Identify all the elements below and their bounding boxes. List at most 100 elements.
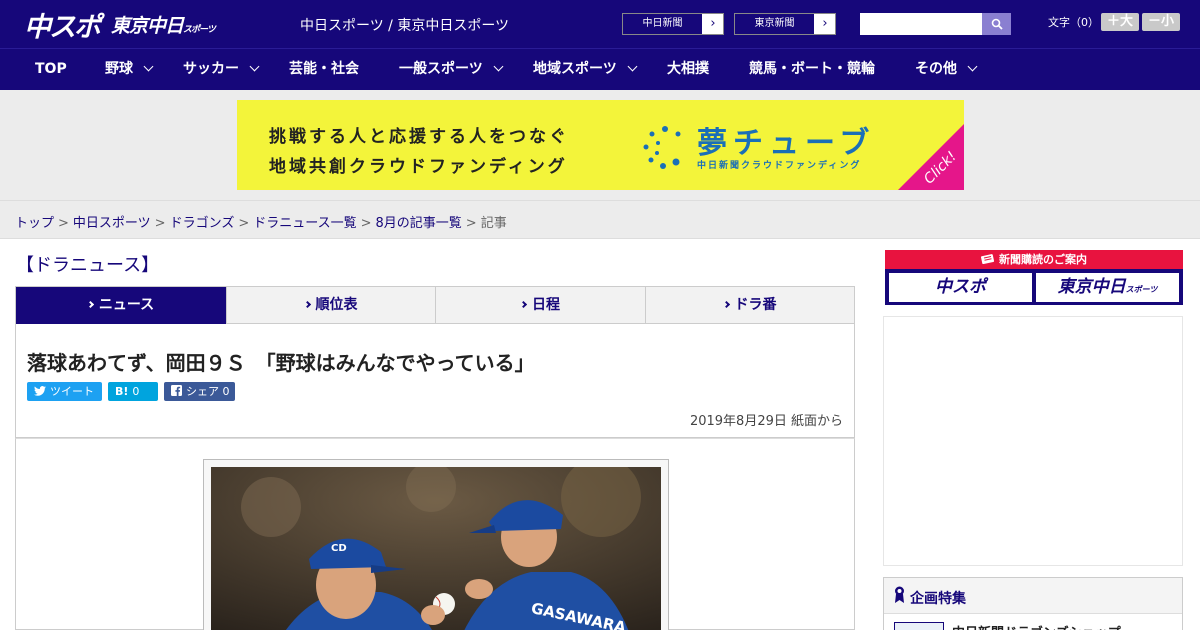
tweet-button[interactable]: ツイート	[27, 382, 102, 401]
nav-item-racing[interactable]: 競馬・ボート・競輪	[749, 49, 875, 90]
tokyo-shimbun-label: 東京新聞	[735, 14, 815, 34]
chevron-right-icon	[519, 300, 528, 309]
breadcrumb-current: 記事	[480, 216, 507, 231]
tab-label: ニュース	[98, 297, 155, 313]
medal-icon	[895, 586, 904, 603]
breadcrumb-dragons[interactable]: ドラゴンズ	[170, 216, 235, 231]
nav-item-soccer[interactable]: サッカー	[183, 49, 260, 90]
dragons-shop-thumbnail	[894, 622, 944, 630]
feature-title: 企画特集	[910, 591, 966, 607]
tab-label: ドラ番	[734, 297, 777, 313]
chevron-right-icon: ›	[822, 16, 828, 31]
nav-label: その他	[915, 61, 957, 77]
breadcrumb-separator: >	[154, 216, 166, 231]
tweet-label: ツイート	[50, 385, 94, 398]
tab-news[interactable]: ニュース	[16, 287, 227, 324]
chevron-down-icon	[967, 61, 978, 72]
tab-schedule[interactable]: 日程	[436, 287, 646, 324]
article-photo[interactable]: CD GASAWARA	[211, 467, 661, 630]
twitter-icon	[34, 382, 46, 401]
banner-brand: 夢チューブ	[697, 126, 876, 161]
subscribe-tokyo-chunichi-button[interactable]: 東京中日スポーツ	[1036, 273, 1179, 302]
sidebar-ad-slot	[883, 316, 1183, 566]
breadcrumb-chunichi-sports[interactable]: 中日スポーツ	[73, 216, 151, 231]
chevron-down-icon	[249, 61, 260, 72]
subscribe-chunichi-sports-button[interactable]: 中スポ	[889, 273, 1032, 302]
nav-label: 地域スポーツ	[533, 61, 617, 77]
chevron-right-icon: ›	[710, 16, 716, 31]
svg-text:CD: CD	[331, 543, 347, 554]
facebook-share-button[interactable]: シェア 0	[164, 382, 235, 401]
subscribe-tokyo-label: 東京中日	[1057, 277, 1126, 297]
breadcrumb-separator: >	[58, 216, 69, 231]
font-decrease-button[interactable]: －小	[1142, 13, 1180, 31]
hatena-count: 0	[132, 385, 140, 398]
section-tabs: ニュース 順位表 日程 ドラ番	[15, 286, 855, 324]
logo-tokyo-chunichi-small: スポーツ	[183, 24, 216, 35]
nav-label: 野球	[105, 61, 133, 77]
nav-label: 競馬・ボート・競輪	[749, 61, 875, 77]
nav-item-general-sports[interactable]: 一般スポーツ	[399, 49, 504, 90]
chevron-down-icon	[143, 61, 154, 72]
hatena-bookmark-button[interactable]: B! 0	[108, 382, 158, 401]
facebook-share-label: シェア	[186, 385, 219, 398]
article-header: 落球あわてず、岡田９Ｓ 「野球はみんなでやっている」 ツイート B! 0 シェア …	[15, 324, 855, 438]
tab-standings[interactable]: 順位表	[227, 287, 436, 324]
tab-label: 順位表	[315, 297, 358, 313]
site-links[interactable]: 中日スポーツ / 東京中日スポーツ	[300, 15, 509, 35]
breadcrumb-august-articles[interactable]: 8月の記事一覧	[376, 216, 462, 231]
breadcrumb-dora-news-list[interactable]: ドラニュース一覧	[253, 216, 356, 231]
facebook-icon	[171, 382, 182, 401]
photo-frame: CD GASAWARA	[203, 459, 669, 630]
subscription-header-label: 新聞購読のご案内	[999, 253, 1087, 266]
hatena-icon: B!	[115, 385, 129, 398]
newspaper-icon	[980, 254, 995, 265]
section-title: 【ドラニュース】	[16, 255, 160, 276]
feature-item-label: 中日新聞ドラゴンズショップ	[952, 622, 1121, 630]
nav-item-baseball[interactable]: 野球	[105, 49, 154, 90]
breadcrumb-separator: >	[360, 216, 372, 231]
font-increase-button[interactable]: ＋大	[1101, 13, 1139, 31]
nav-item-entertainment[interactable]: 芸能・社会	[289, 49, 359, 90]
breadcrumb-separator: >	[238, 216, 250, 231]
nav-label: サッカー	[183, 61, 239, 77]
nav-item-top[interactable]: TOP	[35, 49, 67, 90]
nav-item-local-sports[interactable]: 地域スポーツ	[533, 49, 638, 90]
feature-item[interactable]: 中日新聞ドラゴンズショップ	[884, 613, 1182, 630]
breadcrumb-top[interactable]: トップ	[15, 216, 54, 231]
article-date: 2019年8月29日 紙面から	[689, 414, 843, 429]
breadcrumb-separator: >	[465, 216, 477, 231]
chevron-right-icon	[722, 300, 730, 309]
tokyo-shimbun-link[interactable]: 東京新聞 ›	[734, 13, 836, 35]
chevron-right-icon	[303, 300, 311, 309]
ad-area: 挑戦する人と応援する人をつなぐ 地域共創クラウドファンディング 夢チューブ 中日…	[0, 90, 1200, 200]
search-input[interactable]	[860, 13, 982, 35]
search-button[interactable]	[982, 13, 1011, 35]
banner-brand-sub: 中日新聞クラウドファンディング	[697, 161, 862, 171]
dream-tube-logo-icon	[643, 126, 681, 169]
site-logo[interactable]: 中スポ 東京中日スポーツ	[24, 8, 216, 43]
logo-tokyo-chunichi-text: 東京中日	[111, 14, 184, 37]
banner-line-1: 挑戦する人と応援する人をつなぐ	[269, 127, 569, 147]
logo-chunichi-sports: 中スポ	[24, 11, 101, 43]
crowdfunding-banner[interactable]: 挑戦する人と応援する人をつなぐ 地域共創クラウドファンディング 夢チューブ 中日…	[237, 100, 964, 190]
chevron-down-icon	[627, 61, 638, 72]
nav-item-other[interactable]: その他	[915, 49, 978, 90]
subscription-box: 新聞購読のご案内 中スポ 東京中日スポーツ	[885, 250, 1183, 305]
font-size-label: 文字（0）	[1048, 16, 1099, 29]
nav-label: TOP	[35, 61, 67, 77]
tab-dora-ban[interactable]: ドラ番	[646, 287, 854, 324]
chunichi-shimbun-link[interactable]: 中日新聞 ›	[622, 13, 724, 35]
facebook-count: 0	[222, 385, 230, 398]
chevron-down-icon	[493, 61, 504, 72]
nav-label: 一般スポーツ	[399, 61, 483, 77]
breadcrumb-bar: トップ > 中日スポーツ > ドラゴンズ > ドラニュース一覧 >8月の記事一覧 > 記事	[0, 200, 1200, 239]
banner-line-2: 地域共創クラウドファンディング	[269, 157, 568, 177]
baseball-players-photo: CD GASAWARA	[211, 467, 661, 630]
nav-label: 芸能・社会	[289, 61, 359, 77]
nav-item-sumo[interactable]: 大相撲	[667, 49, 709, 90]
nav-label: 大相撲	[667, 61, 709, 77]
article-body: CD GASAWARA	[15, 438, 855, 630]
site-header: 中スポ 東京中日スポーツ 中日スポーツ / 東京中日スポーツ 中日新聞 › 東京…	[0, 0, 1200, 48]
subscribe-tokyo-small: スポーツ	[1125, 285, 1158, 294]
